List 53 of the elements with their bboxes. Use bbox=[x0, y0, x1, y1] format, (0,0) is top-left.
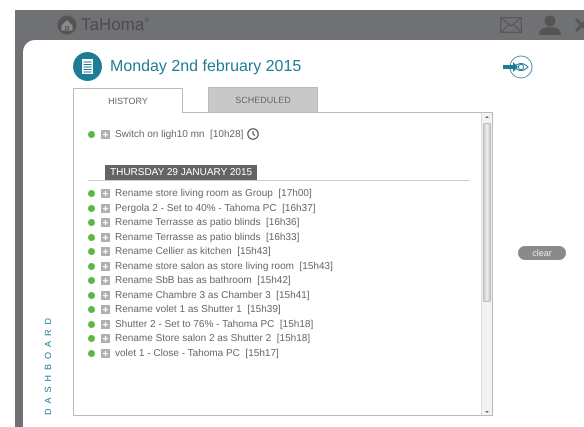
history-entry: Rename SbB bas as bathroom [15h42] bbox=[115, 275, 291, 286]
expand-button[interactable] bbox=[101, 276, 110, 286]
clear-button[interactable]: clear bbox=[518, 246, 566, 260]
status-dot-icon bbox=[88, 248, 95, 256]
status-dot-icon bbox=[88, 190, 95, 198]
tab[interactable]: SCHEDULED bbox=[208, 87, 318, 112]
history-entry: Rename Cellier as kitchen [15h43] bbox=[115, 246, 271, 258]
status-dot-icon bbox=[88, 350, 95, 357]
expand-button[interactable] bbox=[101, 290, 110, 300]
history-entry: Rename Chambre 3 as Chamber 3 [15h41] bbox=[115, 290, 310, 301]
history-entry: Pergola 2 - Set to 40% - Tahoma PC [16h37] bbox=[115, 202, 316, 214]
house-icon bbox=[57, 15, 77, 35]
history-entry: Shutter 2 - Set to 76% - Tahoma PC [15h18] bbox=[115, 318, 314, 330]
expand-button[interactable] bbox=[101, 247, 110, 256]
close-icon[interactable] bbox=[574, 17, 584, 33]
status-dot-icon bbox=[88, 292, 95, 299]
page-title: Monday 2nd february 2015 bbox=[110, 58, 302, 76]
eye-icon[interactable] bbox=[503, 54, 533, 78]
status-dot-icon bbox=[88, 204, 95, 212]
history-entry: Rename volet 1 as Shutter 1 [15h39] bbox=[115, 304, 281, 316]
expand-button[interactable] bbox=[101, 189, 110, 198]
expand-button[interactable] bbox=[101, 204, 110, 213]
status-dot-icon bbox=[88, 219, 95, 226]
expand-button[interactable] bbox=[101, 348, 110, 358]
status-dot-icon bbox=[88, 277, 95, 284]
envelope-icon[interactable] bbox=[500, 17, 522, 33]
status-dot-icon bbox=[88, 320, 95, 328]
document-icon bbox=[73, 52, 102, 81]
date-header: THURSDAY 29 JANUARY 2015 bbox=[105, 164, 258, 180]
person-icon[interactable] bbox=[538, 15, 562, 35]
history-entry: Switch on ligh10 mn [10h28] bbox=[115, 128, 244, 140]
expand-button[interactable] bbox=[101, 320, 110, 329]
status-dot-icon bbox=[88, 234, 95, 241]
history-entry: Rename Store salon 2 as Shutter 2 [15h18] bbox=[115, 333, 310, 344]
scrollbar-thumb[interactable] bbox=[483, 123, 491, 302]
history-entry: volet 1 - Close - Tahoma PC [15h17] bbox=[115, 348, 279, 359]
expand-button[interactable] bbox=[101, 218, 110, 228]
history-entry: Rename store salon as store living room [15h43] bbox=[115, 260, 333, 272]
scrollbar[interactable] bbox=[481, 113, 492, 415]
history-entry: Rename store living room as Group [17h00] bbox=[115, 188, 312, 200]
dashboard-tab[interactable]: DASHBOARD bbox=[43, 312, 53, 415]
status-dot-icon bbox=[88, 306, 95, 314]
status-dot-icon bbox=[88, 262, 95, 270]
expand-button[interactable] bbox=[101, 232, 110, 242]
expand-button[interactable] bbox=[101, 130, 110, 139]
status-dot-icon bbox=[88, 335, 95, 342]
expand-button[interactable] bbox=[101, 334, 110, 344]
history-entry: Rename Terrasse as patio blinds [16h36] bbox=[115, 217, 300, 228]
expand-button[interactable] bbox=[101, 262, 110, 271]
history-entry: Rename Terrasse as patio blinds [16h33] bbox=[115, 232, 300, 243]
tab[interactable]: HISTORY bbox=[73, 88, 183, 113]
status-dot-icon bbox=[88, 130, 95, 138]
expand-button[interactable] bbox=[101, 305, 110, 314]
